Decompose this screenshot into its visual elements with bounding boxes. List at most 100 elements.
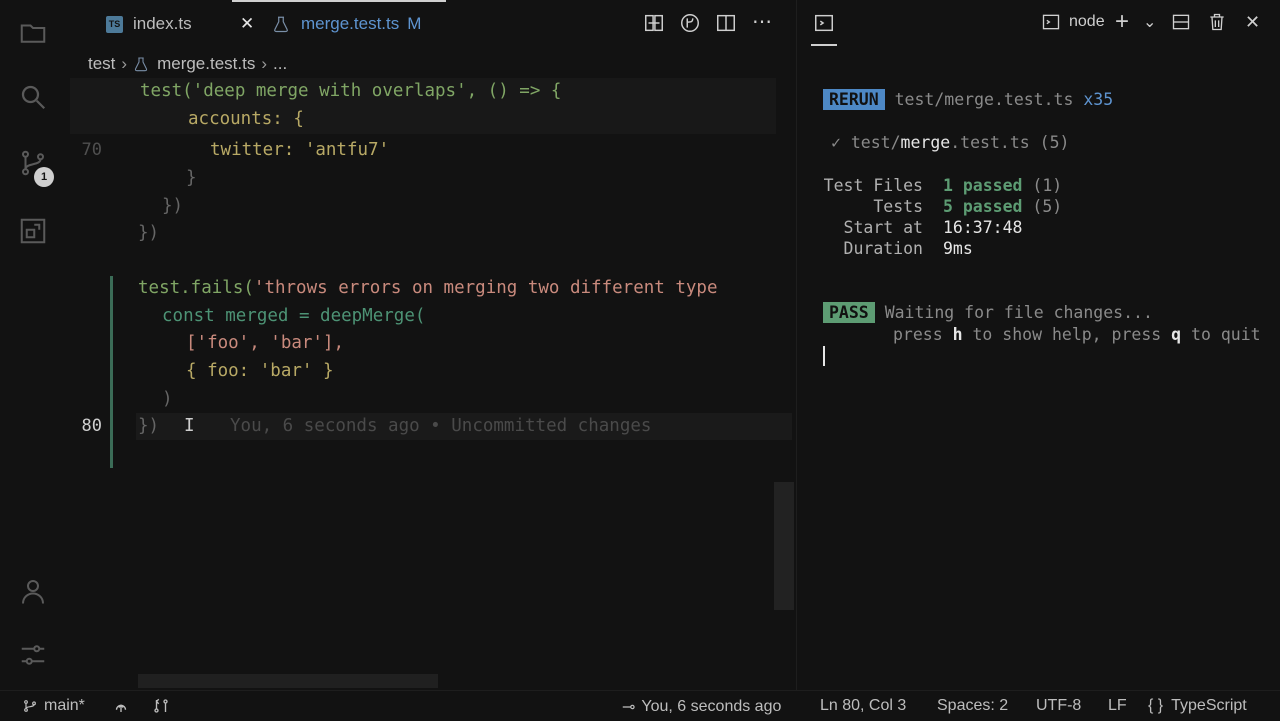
braces-icon: { } <box>1148 697 1164 714</box>
git-commit-icon: ⊸ <box>622 699 636 716</box>
pass-label: PASS <box>823 302 875 323</box>
blame-item[interactable]: ⊸ You, 6 seconds ago <box>622 697 781 717</box>
code-text: } <box>186 168 197 188</box>
help-line: press h to show help, press q to quit <box>893 325 1261 344</box>
code-text: test.fails( <box>138 278 254 298</box>
typescript-icon: TS <box>106 15 123 33</box>
branch-item[interactable]: main* <box>22 697 85 715</box>
code-line: const merged = deepMerge( <box>162 303 425 330</box>
account-icon[interactable] <box>16 574 50 608</box>
activity-bar: 1 <box>0 0 66 690</box>
terminal-name: node <box>1069 13 1105 30</box>
vertical-scrollbar[interactable] <box>774 482 794 610</box>
status-bar: main* ⊸ You, 6 seconds ago Ln 80, Col 3 … <box>0 690 1280 721</box>
panel-tab-indicator <box>811 44 837 46</box>
test-files-label: Test Files <box>823 176 923 195</box>
test-file-icon <box>134 57 148 72</box>
code-text: }) <box>138 223 160 243</box>
terminal-cursor <box>823 346 825 366</box>
settings-icon[interactable] <box>16 638 50 672</box>
trash-icon[interactable] <box>1207 12 1227 32</box>
search-icon[interactable] <box>16 80 50 114</box>
code-text: }) <box>162 196 184 216</box>
stat-count: (1) <box>1032 176 1063 195</box>
more-icon[interactable]: ⋯ <box>744 12 780 34</box>
code-text: 'throws errors on merging two different … <box>253 278 718 298</box>
cursor-position[interactable]: Ln 80, Col 3 <box>820 697 906 715</box>
tests-value: 5 passed (5) <box>943 197 1062 216</box>
end-of-line[interactable]: LF <box>1108 697 1127 715</box>
compare-icon[interactable] <box>636 12 672 34</box>
check-file: merge <box>900 133 951 152</box>
tab-index-ts[interactable]: TS index.ts <box>106 0 192 48</box>
help-key: h <box>952 325 963 344</box>
encoding[interactable]: UTF-8 <box>1036 697 1081 715</box>
code-line: }) <box>162 193 183 220</box>
tab-bar: TS index.ts ✕ merge.test.ts M ⋯ <box>66 0 796 48</box>
explorer-icon[interactable] <box>16 16 50 50</box>
help-text: to show help, press <box>962 325 1172 344</box>
split-editor-icon[interactable] <box>708 12 744 34</box>
code-text: }) <box>138 416 160 436</box>
tab-label: index.ts <box>133 14 192 33</box>
check-file: .test.ts <box>950 133 1030 152</box>
waiting-text: Waiting for file changes... <box>884 303 1153 322</box>
close-icon[interactable]: ✕ <box>240 0 254 48</box>
modified-gutter <box>110 276 113 468</box>
breadcrumb: test › merge.test.ts › ... <box>88 52 287 76</box>
horizontal-scrollbar[interactable] <box>138 674 438 688</box>
check-file: ✓ test/ <box>831 133 901 152</box>
git-graph-icon[interactable] <box>672 12 708 34</box>
code-text: ) <box>162 389 173 409</box>
terminal-panel: node + ⌄ ✕ RERUN test/merge.test.ts x35 … <box>796 0 1280 690</box>
terminal-check-line: ✓ test/merge.test.ts (5) <box>831 133 1069 152</box>
split-terminal-icon[interactable] <box>1171 12 1191 32</box>
add-terminal-icon[interactable]: + <box>1115 8 1129 36</box>
code-line: accounts: { <box>188 106 304 133</box>
sticky-scroll: test('deep merge with overlaps', () => {… <box>70 78 776 134</box>
chevron-down-icon[interactable]: ⌄ <box>1143 12 1156 32</box>
stat-value: 1 passed <box>943 176 1023 195</box>
start-label: Start at <box>843 218 923 237</box>
rerun-file: test/merge.test.ts <box>894 90 1074 109</box>
help-text: press <box>893 325 953 344</box>
code-line: test.fails('throws errors on merging two… <box>138 275 790 302</box>
branch-name: main* <box>44 697 85 714</box>
terminal-selector[interactable]: node <box>1041 12 1105 32</box>
rerun-label: RERUN <box>823 89 885 110</box>
code-text: ['foo', 'bar'], <box>186 333 345 353</box>
panel-toggle-icon[interactable] <box>813 12 835 34</box>
code-line: test('deep merge with overlaps', () => { <box>140 78 561 105</box>
terminal-icon <box>1042 14 1060 30</box>
editor-actions: ⋯ <box>636 12 780 34</box>
stat-count: (5) <box>1032 197 1063 216</box>
code-line[interactable]: }) <box>138 413 159 440</box>
extensions-icon[interactable] <box>16 214 50 248</box>
git-compare-icon[interactable] <box>152 697 170 715</box>
tab-label: merge.test.ts <box>301 14 400 33</box>
sync-icon[interactable] <box>112 697 130 715</box>
code-text: twitter: 'antfu7' <box>210 140 390 160</box>
terminal-rerun-line: RERUN test/merge.test.ts x35 <box>823 89 1113 110</box>
start-value: 16:37:48 <box>943 218 1023 237</box>
code-text: accounts: { <box>188 109 304 129</box>
test-files-value: 1 passed (1) <box>943 176 1062 195</box>
close-panel-icon[interactable]: ✕ <box>1245 12 1260 33</box>
language-mode[interactable]: { } TypeScript <box>1148 697 1247 715</box>
tab-merge-test-ts[interactable]: merge.test.ts M <box>272 0 421 48</box>
inline-blame: You, 6 seconds ago • Uncommitted changes <box>230 416 652 436</box>
editor: TS index.ts ✕ merge.test.ts M ⋯ test › m… <box>66 0 796 690</box>
breadcrumb-folder[interactable]: test <box>88 54 115 74</box>
duration-label: Duration <box>843 239 923 258</box>
code-line: ) <box>162 386 173 413</box>
breadcrumb-symbol[interactable]: ... <box>273 54 287 74</box>
test-file-icon <box>274 16 288 33</box>
breadcrumb-file[interactable]: merge.test.ts <box>157 54 255 74</box>
indentation[interactable]: Spaces: 2 <box>937 697 1008 715</box>
text-cursor-icon: I <box>184 416 195 436</box>
stat-value: 5 passed <box>943 197 1023 216</box>
line-number: 80 <box>81 416 102 436</box>
modified-badge: M <box>407 14 422 33</box>
terminal-pass-line: PASS Waiting for file changes... <box>823 302 1153 323</box>
code-text: test('deep merge with overlaps', () => { <box>140 81 562 101</box>
